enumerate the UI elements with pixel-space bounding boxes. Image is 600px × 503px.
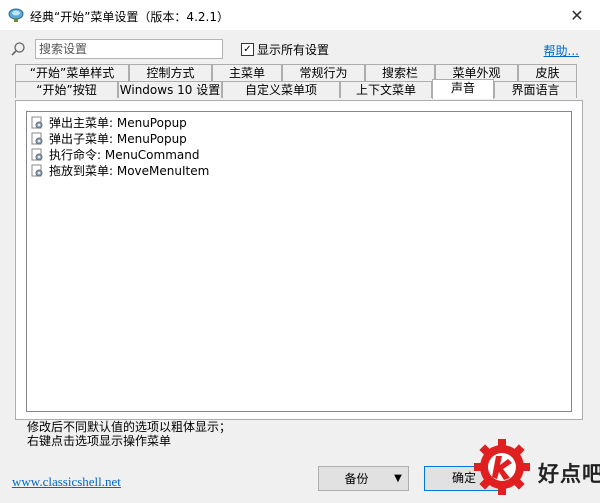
sound-item-label: 拖放到菜单: MoveMenuItem <box>49 163 210 178</box>
tab-context-menu[interactable]: 上下文菜单 <box>340 81 432 98</box>
list-item[interactable]: 弹出主菜单: MenuPopup <box>27 114 571 130</box>
sound-settings-icon <box>31 116 43 128</box>
website-link[interactable]: www.classicshell.net <box>12 474 121 490</box>
search-input[interactable] <box>35 39 223 59</box>
tab-language[interactable]: 界面语言 <box>494 81 577 98</box>
help-link[interactable]: 帮助... <box>544 42 579 59</box>
backup-button[interactable]: 备份 ▼ <box>318 466 409 491</box>
watermark-gear-logo-icon <box>474 439 530 495</box>
list-item[interactable]: 拖放到菜单: MoveMenuItem <box>27 162 571 178</box>
sound-settings-icon <box>31 148 43 160</box>
sound-item-label: 弹出子菜单: MenuPopup <box>49 131 187 146</box>
hint-line-2: 右键点击选项显示操作菜单 <box>27 434 172 448</box>
title-bar: 经典“开始”菜单设置（版本：4.2.1） ✕ <box>0 0 600 30</box>
sound-item-label: 弹出主菜单: MenuPopup <box>49 115 187 130</box>
watermark-text: 好点吧 <box>538 462 600 486</box>
tab-controls[interactable]: 控制方式 <box>129 64 212 81</box>
tab-skin[interactable]: 皮肤 <box>518 64 577 81</box>
watermark: 好点吧 <box>464 434 600 503</box>
tab-start-button[interactable]: “开始”按钮 <box>15 81 118 98</box>
show-all-settings-checkbox[interactable]: ✓ 显示所有设置 <box>241 41 329 58</box>
sound-item-label: 执行命令: MenuCommand <box>49 147 200 162</box>
tab-sounds[interactable]: 声音 <box>432 79 494 99</box>
sound-settings-icon <box>31 132 43 144</box>
hint-text: 修改后不同默认值的选项以粗体显示； 右键点击选项显示操作菜单 <box>27 420 231 448</box>
search-icon <box>11 42 25 56</box>
tab-windows10-settings[interactable]: Windows 10 设置 <box>118 81 222 98</box>
list-item[interactable]: 执行命令: MenuCommand <box>27 146 571 162</box>
hint-line-1: 修改后不同默认值的选项以粗体显示； <box>27 420 232 434</box>
show-all-settings-label: 显示所有设置 <box>257 43 330 57</box>
classic-shell-icon <box>8 8 24 22</box>
list-item[interactable]: 弹出子菜单: MenuPopup <box>27 130 571 146</box>
dropdown-arrow-icon[interactable]: ▼ <box>388 473 408 484</box>
sounds-tree[interactable]: 弹出主菜单: MenuPopup 弹出子菜单: MenuPopup 执行命令: … <box>26 111 572 412</box>
tab-general-behavior[interactable]: 常规行为 <box>282 64 365 81</box>
check-mark-icon: ✓ <box>243 43 252 55</box>
tab-main-menu[interactable]: 主菜单 <box>212 64 282 81</box>
close-icon: ✕ <box>570 5 584 25</box>
tab-start-menu-style[interactable]: “开始”菜单样式 <box>15 64 129 81</box>
checkbox-checked[interactable]: ✓ <box>241 43 254 56</box>
tab-customize-menu[interactable]: 自定义菜单项 <box>222 81 340 98</box>
backup-button-label: 备份 <box>344 472 369 486</box>
sound-settings-icon <box>31 164 43 176</box>
window-title: 经典“开始”菜单设置（版本：4.2.1） <box>30 10 229 24</box>
tab-search-box[interactable]: 搜索栏 <box>365 64 435 81</box>
close-button[interactable]: ✕ <box>554 0 600 30</box>
